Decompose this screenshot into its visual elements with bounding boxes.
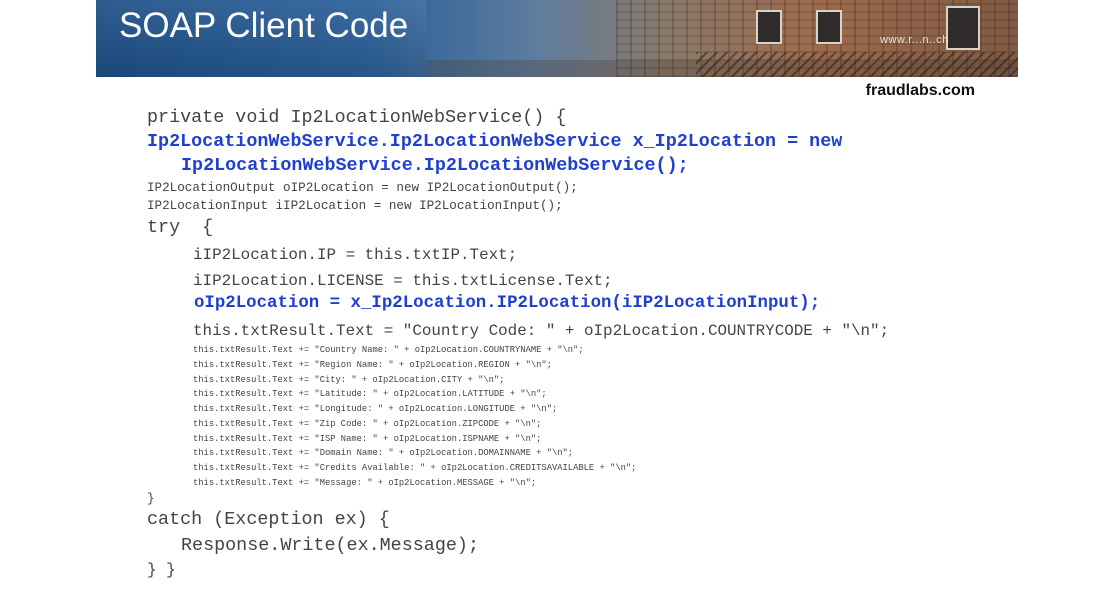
banner-window (946, 6, 980, 50)
banner-window (816, 10, 842, 44)
code-line: this.txtResult.Text += "Message: " + oIp… (193, 478, 537, 488)
code-line: IP2LocationInput iIP2Location = new IP2L… (147, 199, 563, 213)
code-line: iIP2Location.IP = this.txtIP.Text; (193, 246, 518, 264)
code-line: } (147, 492, 155, 506)
code-line: oIp2Location = x_Ip2Location.IP2Location… (194, 294, 821, 313)
code-line: this.txtResult.Text += "Domain Name: " +… (193, 448, 574, 458)
code-line: this.txtResult.Text += "Country Name: " … (193, 345, 584, 355)
code-line: this.txtResult.Text = "Country Code: " +… (193, 322, 890, 340)
slide-title: SOAP Client Code (119, 6, 409, 45)
code-line: this.txtResult.Text += "City: " + oIp2Lo… (193, 375, 505, 385)
code-line: private void Ip2LocationWebService() { (147, 107, 567, 128)
banner-watermark: www.r...n..ch (880, 34, 949, 46)
code-line: iIP2Location.LICENSE = this.txtLicense.T… (193, 272, 613, 290)
code-line: this.txtResult.Text += "Region Name: " +… (193, 360, 552, 370)
code-line: this.txtResult.Text += "Latitude: " + oI… (193, 389, 547, 399)
banner-window (756, 10, 782, 44)
code-line: catch (Exception ex) { (147, 509, 390, 530)
code-line: this.txtResult.Text += "Zip Code: " + oI… (193, 419, 542, 429)
code-line: Ip2LocationWebService.Ip2LocationWebServ… (147, 131, 843, 152)
code-line: } } (147, 561, 176, 579)
code-line: try { (147, 217, 214, 238)
brand-label: fraudlabs.com (865, 82, 975, 99)
banner-bicycles (696, 52, 1018, 77)
code-line: this.txtResult.Text += "Longitude: " + o… (193, 404, 558, 414)
code-line: this.txtResult.Text += "Credits Availabl… (193, 463, 637, 473)
code-line: IP2LocationOutput oIP2Location = new IP2… (147, 181, 578, 195)
code-line: this.txtResult.Text += "ISP Name: " + oI… (193, 434, 542, 444)
code-line: Response.Write(ex.Message); (181, 535, 479, 556)
code-line: Ip2LocationWebService.Ip2LocationWebServ… (181, 155, 689, 176)
